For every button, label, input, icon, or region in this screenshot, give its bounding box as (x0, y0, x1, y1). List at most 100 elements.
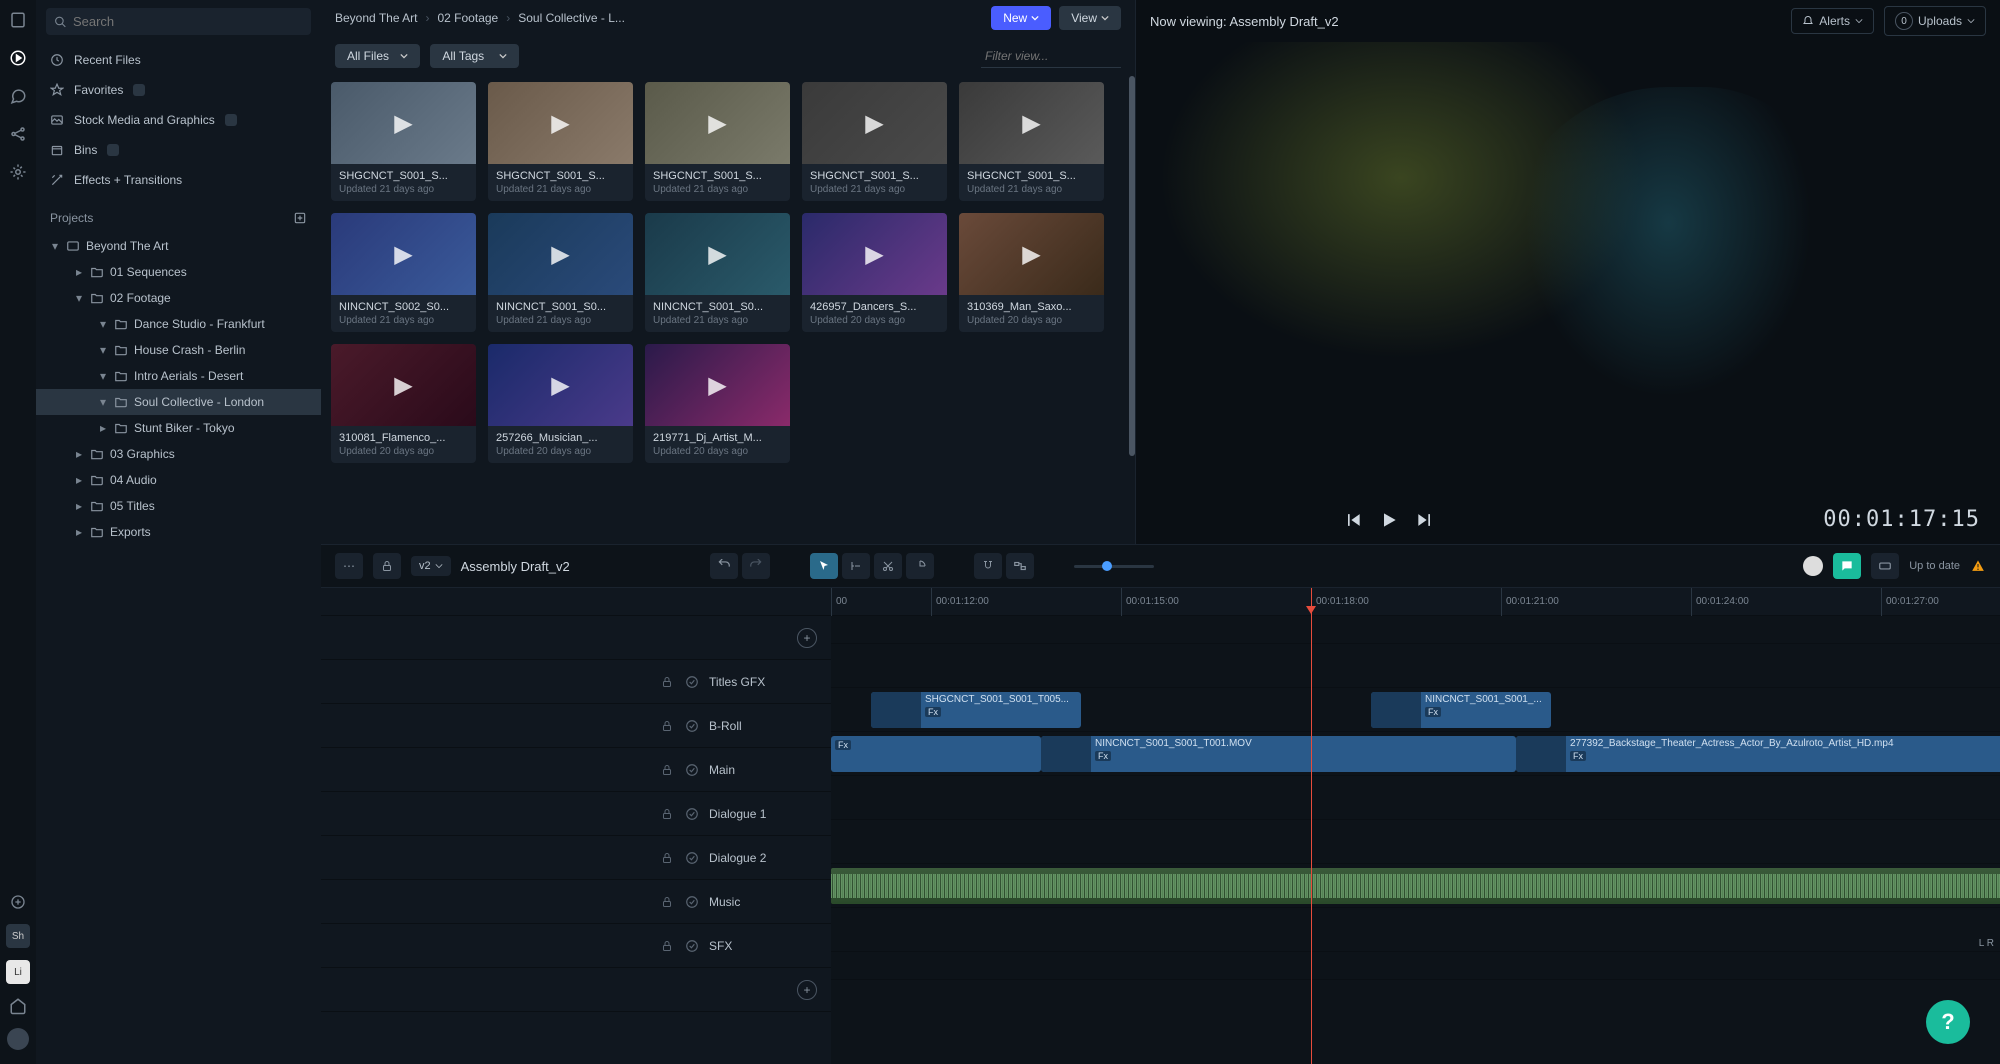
tree-row[interactable]: ▸05 Titles (36, 493, 321, 519)
lock-icon[interactable] (661, 720, 675, 732)
play-button[interactable] (1378, 509, 1400, 531)
tree-row[interactable]: ▸04 Audio (36, 467, 321, 493)
time-ruler[interactable]: 0000:01:12:0000:01:15:0000:01:18:0000:01… (831, 588, 2000, 616)
lock-icon[interactable] (661, 896, 675, 908)
redo-button[interactable] (742, 553, 770, 579)
tree-row[interactable]: ▸Stunt Biker - Tokyo (36, 415, 321, 441)
tree-row[interactable]: ▾Soul Collective - London (36, 389, 321, 415)
search-box[interactable] (46, 8, 311, 35)
track-titles-gfx[interactable] (831, 644, 2000, 688)
timeline-clip[interactable]: SHGCNCT_S001_S001_T005...Fx (871, 692, 1081, 728)
more-icon[interactable]: ⋯ (335, 553, 363, 579)
trim-tool[interactable] (906, 553, 934, 579)
scrollbar[interactable] (1129, 76, 1135, 456)
filter-input[interactable] (981, 45, 1121, 68)
track-b-roll[interactable]: SHGCNCT_S001_S001_T005...Fx NINCNCT_S001_… (831, 688, 2000, 732)
clip-card[interactable]: ▶NINCNCT_S001_S0...Updated 21 days ago (488, 213, 633, 332)
search-input[interactable] (73, 14, 303, 29)
timeline-clip[interactable]: Fx (831, 736, 1041, 772)
clip-card[interactable]: ▶SHGCNCT_S001_S...Updated 21 days ago (488, 82, 633, 201)
step-forward-button[interactable] (1414, 509, 1436, 531)
clip-card[interactable]: ▶219771_Dj_Artist_M...Updated 20 days ag… (645, 344, 790, 463)
track-header[interactable]: B-Roll (321, 704, 831, 748)
nav-stock[interactable]: Stock Media and Graphics (36, 105, 321, 135)
tree-row[interactable]: ▸Exports (36, 519, 321, 545)
undo-button[interactable] (710, 553, 738, 579)
add-project-icon[interactable] (293, 211, 307, 225)
crumb[interactable]: 02 Footage (438, 11, 499, 25)
track-main[interactable]: FxNINCNCT_S001_S001_T001.MOVFx277392_Bac… (831, 732, 2000, 776)
filter-tags[interactable]: All Tags (430, 44, 518, 68)
tree-row[interactable]: ▾02 Footage (36, 285, 321, 311)
lock-icon[interactable] (661, 676, 675, 688)
filter-files[interactable]: All Files (335, 44, 420, 68)
visibility-icon[interactable] (685, 763, 699, 777)
visibility-icon[interactable] (685, 895, 699, 909)
comments-button[interactable] (1833, 553, 1861, 579)
lock-icon[interactable] (661, 940, 675, 952)
crumb[interactable]: Beyond The Art (335, 11, 418, 25)
preview-viewport[interactable] (1150, 42, 1986, 495)
settings-icon[interactable] (8, 162, 28, 182)
lock-icon[interactable] (373, 553, 401, 579)
visibility-icon[interactable] (685, 719, 699, 733)
uploads-button[interactable]: 0Uploads (1884, 6, 1986, 36)
library-icon[interactable] (8, 10, 28, 30)
step-back-button[interactable] (1342, 509, 1364, 531)
track-header[interactable]: Dialogue 1 (321, 792, 831, 836)
timeline-clip[interactable]: NINCNCT_S001_S001_T001.MOVFx (1041, 736, 1516, 772)
track-sfx[interactable]: L R (831, 908, 2000, 952)
track-header[interactable]: SFX (321, 924, 831, 968)
clip-card[interactable]: ▶SHGCNCT_S001_S...Updated 21 days ago (802, 82, 947, 201)
select-tool[interactable] (810, 553, 838, 579)
add-icon[interactable] (8, 892, 28, 912)
mark-tool[interactable] (842, 553, 870, 579)
cut-tool[interactable] (874, 553, 902, 579)
version-select[interactable]: v2 (411, 556, 451, 576)
clip-card[interactable]: ▶310081_Flamenco_...Updated 20 days ago (331, 344, 476, 463)
lock-icon[interactable] (661, 764, 675, 776)
chat-icon[interactable] (8, 86, 28, 106)
visibility-icon[interactable] (685, 939, 699, 953)
new-button[interactable]: New (991, 6, 1051, 30)
view-button[interactable]: View (1059, 6, 1121, 30)
nav-favorites[interactable]: Favorites (36, 75, 321, 105)
clip-card[interactable]: ▶426957_Dancers_S...Updated 20 days ago (802, 213, 947, 332)
timeline-clip[interactable]: 277392_Backstage_Theater_Actress_Actor_B… (1516, 736, 2000, 772)
clip-card[interactable]: ▶SHGCNCT_S001_S...Updated 21 days ago (331, 82, 476, 201)
alerts-button[interactable]: Alerts (1791, 8, 1874, 34)
clip-card[interactable]: ▶SHGCNCT_S001_S...Updated 21 days ago (959, 82, 1104, 201)
timeline-clip[interactable]: NINCNCT_S001_S001_...Fx (1371, 692, 1551, 728)
track-dialogue-1[interactable] (831, 776, 2000, 820)
track-header[interactable]: Titles GFX (321, 660, 831, 704)
clip-card[interactable]: ▶SHGCNCT_S001_S...Updated 21 days ago (645, 82, 790, 201)
audio-clip[interactable] (831, 868, 2000, 904)
tree-row[interactable]: ▸03 Graphics (36, 441, 321, 467)
nav-effects[interactable]: Effects + Transitions (36, 165, 321, 195)
nav-recent[interactable]: Recent Files (36, 45, 321, 75)
workspace-chip-sh[interactable]: Sh (6, 924, 30, 948)
snap-tool[interactable] (974, 553, 1002, 579)
tracks-area[interactable]: 0000:01:12:0000:01:15:0000:01:18:0000:01… (831, 588, 2000, 1064)
collab-avatar[interactable] (1803, 556, 1823, 576)
warning-icon[interactable] (1970, 558, 1986, 574)
visibility-icon[interactable] (685, 675, 699, 689)
visibility-icon[interactable] (685, 807, 699, 821)
track-music[interactable] (831, 864, 2000, 908)
link-tool[interactable] (1006, 553, 1034, 579)
user-avatar[interactable] (7, 1028, 29, 1050)
track-header[interactable]: Music (321, 880, 831, 924)
lock-icon[interactable] (661, 808, 675, 820)
lock-icon[interactable] (661, 852, 675, 864)
track-header[interactable]: Main (321, 748, 831, 792)
track-header[interactable]: Dialogue 2 (321, 836, 831, 880)
play-icon[interactable] (8, 48, 28, 68)
add-track-button[interactable]: + (797, 980, 817, 1000)
playhead[interactable] (1311, 588, 1312, 1064)
workspace-chip-li[interactable]: Li (6, 960, 30, 984)
caption-icon[interactable] (1871, 553, 1899, 579)
share-icon[interactable] (8, 124, 28, 144)
tree-row[interactable]: ▾Intro Aerials - Desert (36, 363, 321, 389)
crumb[interactable]: Soul Collective - L... (518, 11, 625, 25)
tree-row[interactable]: ▾Dance Studio - Frankfurt (36, 311, 321, 337)
